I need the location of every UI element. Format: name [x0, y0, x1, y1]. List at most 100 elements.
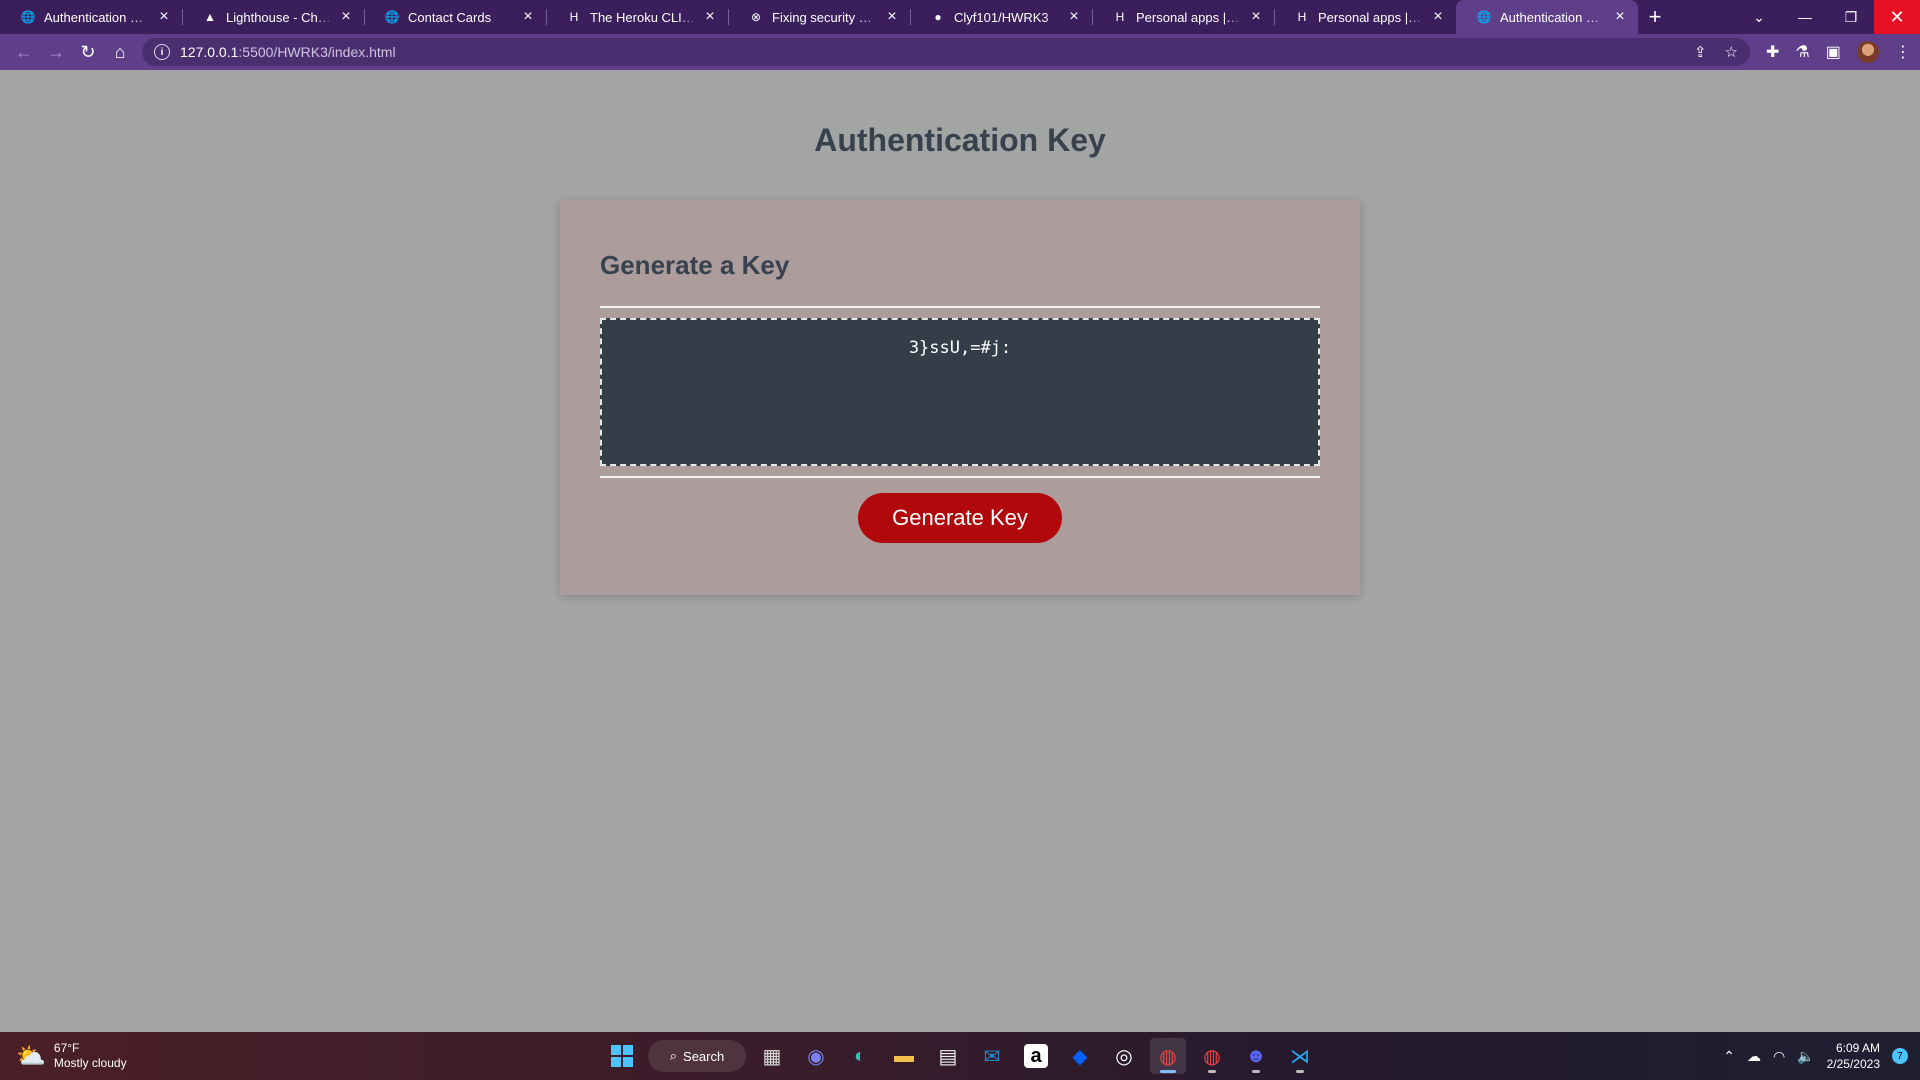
url-host: 127.0.0.1	[180, 44, 239, 60]
globe-icon: 🌐	[20, 10, 36, 24]
kebab-menu-icon[interactable]: ⋮	[1895, 42, 1911, 62]
clock-date: 2/25/2023	[1826, 1057, 1880, 1071]
tab-github-repo[interactable]: ● Clyf101/HWRK3 ×	[910, 0, 1092, 34]
search-icon: ⌕	[669, 1048, 678, 1063]
microsoft-store-icon[interactable]: ▤	[930, 1038, 966, 1074]
tab-close-icon[interactable]: ×	[156, 9, 172, 25]
card-footer: Generate Key	[600, 476, 1320, 543]
heroku-icon: H	[1297, 10, 1307, 24]
tab-title: Fixing security vulnerabilities	[772, 9, 878, 25]
tab-close-icon[interactable]: ×	[1248, 9, 1264, 25]
edge-browser-icon[interactable]: ◐	[842, 1038, 878, 1074]
tab-close-icon[interactable]: ×	[1066, 9, 1082, 25]
back-arrow-icon[interactable]: ←	[8, 38, 40, 66]
weather-widget[interactable]: ⛅ 67°F Mostly cloudy	[16, 1041, 216, 1071]
github-desktop-icon[interactable]: ◎	[1106, 1038, 1142, 1074]
tab-fixing-security[interactable]: ⊗ Fixing security vulnerabilities ×	[728, 0, 910, 34]
generate-key-button[interactable]: Generate Key	[858, 493, 1062, 543]
tab-contact-cards[interactable]: 🌐 Contact Cards ×	[364, 0, 546, 34]
card-header: Generate a Key	[600, 200, 1320, 308]
lighthouse-icon: ▲	[204, 10, 216, 24]
generated-key-textarea[interactable]: 3}ssU,=#j:	[600, 318, 1320, 466]
wifi-icon[interactable]: ◠	[1773, 1048, 1785, 1065]
volume-icon[interactable]: 🔈	[1797, 1048, 1814, 1065]
tab-heroku-apps-2[interactable]: H Personal apps | Heroku ×	[1274, 0, 1456, 34]
site-info-icon[interactable]: i	[154, 44, 170, 60]
tab-title: Authentication Key	[44, 9, 150, 25]
page-viewport: Authentication Key Generate a Key 3}ssU,…	[0, 70, 1920, 1032]
discord-icon[interactable]: ☻	[1238, 1038, 1274, 1074]
windows-taskbar: ⛅ 67°F Mostly cloudy ⌕ Search ▦ ◉ ◐ ▬ ▤ …	[0, 1032, 1920, 1080]
tab-title: Personal apps | Heroku	[1318, 9, 1424, 25]
omnibox-actions: ⇪ ☆	[1694, 43, 1738, 61]
file-explorer-icon[interactable]: ▬	[886, 1038, 922, 1074]
tab-close-icon[interactable]: ×	[884, 9, 900, 25]
toolbar-extras: ✚ ⚗ ▣ ⋮	[1766, 41, 1911, 63]
notification-badge[interactable]: 7	[1892, 1048, 1908, 1064]
new-tab-plus-icon[interactable]: +	[1638, 0, 1672, 34]
weather-desc: Mostly cloudy	[53, 1056, 127, 1070]
tab-lighthouse[interactable]: ▲ Lighthouse - Chrome Developers ×	[182, 0, 364, 34]
tab-heroku-cli[interactable]: H The Heroku CLI | Heroku ×	[546, 0, 728, 34]
browser-toolbar: ← → ↻ ⌂ i 127.0.0.1:5500/HWRK3/index.htm…	[0, 34, 1920, 70]
chrome-dev-icon[interactable]: ◍	[1150, 1038, 1186, 1074]
restore-icon[interactable]: ❐	[1828, 0, 1874, 34]
tray-overflow-chevron-icon[interactable]: ⌃	[1723, 1048, 1735, 1065]
teams-chat-icon[interactable]: ◉	[798, 1038, 834, 1074]
tab-list: 🌐 Authentication Key × ▲ Lighthouse - Ch…	[0, 0, 1638, 34]
tab-authentication-key[interactable]: 🌐 Authentication Key ×	[0, 0, 182, 34]
forward-arrow-icon[interactable]: →	[40, 38, 72, 66]
tab-search-chevron-icon[interactable]: ⌄	[1736, 0, 1782, 34]
share-icon[interactable]: ⇪	[1694, 43, 1707, 61]
home-icon[interactable]: ⌂	[104, 38, 136, 66]
tab-title: Authentication Key	[1500, 9, 1606, 25]
minimize-icon[interactable]: —	[1782, 0, 1828, 34]
reload-icon[interactable]: ↻	[72, 38, 104, 66]
globe-icon: 🌐	[384, 10, 400, 24]
side-panel-icon[interactable]: ▣	[1826, 42, 1841, 62]
tab-title: Clyf101/HWRK3	[954, 9, 1049, 25]
tab-close-icon[interactable]: ×	[520, 9, 536, 25]
taskbar-search-label: Search	[683, 1048, 725, 1064]
browser-tab-strip: 🌐 Authentication Key × ▲ Lighthouse - Ch…	[0, 0, 1920, 34]
taskbar-pinned-apps: ⌕ Search ▦ ◉ ◐ ▬ ▤ ✉ a ◆ ◎ ◍ ◍ ☻ ⋊	[604, 1032, 1318, 1080]
card-body: 3}ssU,=#j:	[600, 318, 1320, 466]
tab-close-icon[interactable]: ×	[702, 9, 718, 25]
dropbox-icon[interactable]: ◆	[1062, 1038, 1098, 1074]
clock-time: 6:09 AM	[1835, 1041, 1880, 1055]
bookmark-star-icon[interactable]: ☆	[1725, 43, 1738, 61]
tab-close-icon[interactable]: ×	[1612, 9, 1628, 25]
tab-heroku-apps-1[interactable]: H Personal apps | Heroku ×	[1092, 0, 1274, 34]
profile-avatar[interactable]	[1856, 41, 1879, 63]
task-view-icon[interactable]: ▦	[754, 1038, 790, 1074]
mail-icon[interactable]: ✉	[974, 1038, 1010, 1074]
heroku-icon: H	[569, 10, 579, 24]
system-tray: ⌃ ☁ ◠ 🔈 6:09 AM 2/25/2023 7	[1723, 1032, 1908, 1080]
x-circle-icon: ⊗	[750, 10, 762, 24]
tab-title: The Heroku CLI | Heroku	[590, 9, 696, 25]
start-windows-icon[interactable]	[604, 1038, 640, 1074]
labs-flask-icon[interactable]: ⚗	[1795, 42, 1809, 62]
vscode-icon[interactable]: ⋊	[1282, 1038, 1318, 1074]
taskbar-clock[interactable]: 6:09 AM 2/25/2023	[1827, 1040, 1880, 1072]
tab-title: Contact Cards	[408, 9, 492, 25]
extensions-puzzle-icon[interactable]: ✚	[1766, 42, 1779, 62]
page-title: Authentication Key	[814, 122, 1106, 158]
taskbar-search-button[interactable]: ⌕ Search	[648, 1040, 746, 1072]
card-heading: Generate a Key	[600, 250, 790, 280]
url-path: :5500/HWRK3/index.html	[238, 44, 396, 60]
tab-title: Personal apps | Heroku	[1136, 9, 1242, 25]
globe-icon: 🌐	[1476, 10, 1492, 24]
address-bar[interactable]: i 127.0.0.1:5500/HWRK3/index.html ⇪ ☆	[142, 38, 1750, 66]
tab-close-icon[interactable]: ×	[1430, 9, 1446, 25]
heroku-icon: H	[1115, 10, 1125, 24]
window-controls: ⌄ — ❐ ✕	[1736, 0, 1920, 34]
chrome-icon[interactable]: ◍	[1194, 1038, 1230, 1074]
window-close-icon[interactable]: ✕	[1874, 0, 1920, 34]
onedrive-cloud-icon[interactable]: ☁	[1747, 1048, 1761, 1065]
weather-temp: 67°F	[53, 1041, 80, 1055]
tab-close-icon[interactable]: ×	[338, 9, 354, 25]
partly-cloudy-icon: ⛅	[16, 1042, 46, 1070]
amazon-icon[interactable]: a	[1024, 1044, 1048, 1068]
tab-authentication-key-active[interactable]: 🌐 Authentication Key ×	[1456, 0, 1638, 34]
